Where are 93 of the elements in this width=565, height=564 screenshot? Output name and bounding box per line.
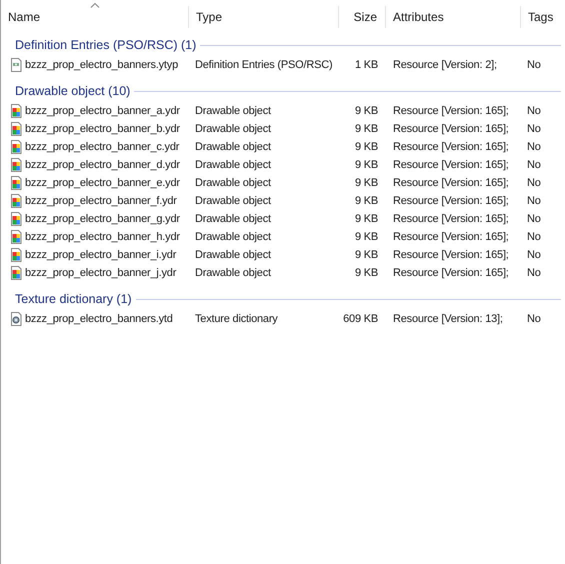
file-tags: No [527, 176, 541, 189]
file-type: Drawable object [195, 158, 271, 171]
file-type: Texture dictionary [195, 312, 278, 325]
file-name: bzzz_prop_electro_banner_d.ydr [25, 158, 180, 173]
file-tags: No [527, 58, 541, 71]
file-type: Drawable object [195, 194, 271, 207]
file-tags: No [527, 194, 541, 207]
file-attributes: Resource [Version: 165]; [393, 104, 509, 117]
color-cube-icon [9, 266, 23, 280]
file-row[interactable]: bzzz_prop_electro_banner_h.ydr Drawable object 9 KB Resource [Version: 165]; No [1, 228, 565, 246]
file-size: 9 KB [354, 248, 378, 263]
file-size: 9 KB [354, 140, 378, 155]
file-size: 9 KB [354, 212, 378, 227]
file-attributes: Resource [Version: 165]; [393, 176, 509, 189]
file-row[interactable]: bzzz_prop_electro_banner_b.ydr Drawable object 9 KB Resource [Version: 165]; No [1, 120, 565, 138]
file-tags: No [527, 104, 541, 117]
color-cube-icon [9, 176, 23, 190]
file-type: Drawable object [195, 248, 271, 261]
file-tags: No [527, 212, 541, 225]
color-cube-icon [9, 104, 23, 118]
file-attributes: Resource [Version: 2]; [393, 58, 497, 71]
sort-caret-icon [90, 3, 99, 8]
file-name: bzzz_prop_electro_banner_g.ydr [25, 212, 180, 227]
file-name: bzzz_prop_electro_banner_f.ydr [25, 194, 177, 209]
file-name: bzzz_prop_electro_banner_i.ydr [25, 248, 176, 263]
column-header[interactable]: Type [189, 6, 339, 28]
color-cube-icon [9, 158, 23, 172]
document-gear-icon [9, 312, 23, 326]
file-size: 9 KB [354, 158, 378, 173]
color-cube-icon [9, 230, 23, 244]
file-tags: No [527, 230, 541, 243]
color-cube-icon [9, 248, 23, 262]
file-type: Drawable object [195, 176, 271, 189]
file-tags: No [527, 248, 541, 261]
column-header[interactable]: Attributes [386, 6, 521, 28]
group-header[interactable]: Texture dictionary (1) [15, 290, 132, 308]
file-name: bzzz_prop_electro_banner_c.ydr [25, 140, 180, 155]
group-header[interactable]: Drawable object (10) [15, 82, 130, 100]
file-attributes: Resource [Version: 165]; [393, 248, 509, 261]
file-type: Drawable object [195, 140, 271, 153]
file-tags: No [527, 312, 541, 325]
file-row[interactable]: bzzz_prop_electro_banner_f.ydr Drawable object 9 KB Resource [Version: 165]; No [1, 192, 565, 210]
file-row[interactable]: bzzz_prop_electro_banner_e.ydr Drawable object 9 KB Resource [Version: 165]; No [1, 174, 565, 192]
file-row[interactable]: bzzz_prop_electro_banner_d.ydr Drawable object 9 KB Resource [Version: 165]; No [1, 156, 565, 174]
file-attributes: Resource [Version: 165]; [393, 212, 509, 225]
file-attributes: Resource [Version: 165]; [393, 194, 509, 207]
file-size: 9 KB [354, 194, 378, 209]
file-attributes: Resource [Version: 165]; [393, 122, 509, 135]
file-row[interactable]: bzzz_prop_electro_banner_j.ydr Drawable object 9 KB Resource [Version: 165]; No [1, 264, 565, 282]
file-type: Drawable object [195, 266, 271, 279]
column-header[interactable]: Name [1, 6, 189, 28]
file-row[interactable]: bzzz_prop_electro_banner_a.ydr Drawable object 9 KB Resource [Version: 165]; No [1, 102, 565, 120]
file-size: 9 KB [354, 230, 378, 245]
file-attributes: Resource [Version: 13]; [393, 312, 503, 325]
file-size: 9 KB [354, 266, 378, 281]
color-cube-icon [9, 194, 23, 208]
file-tags: No [527, 158, 541, 171]
file-row[interactable]: bzzz_prop_electro_banner_i.ydr Drawable object 9 KB Resource [Version: 165]; No [1, 246, 565, 264]
file-attributes: Resource [Version: 165]; [393, 230, 509, 243]
file-row[interactable]: bzzz_prop_electro_banner_c.ydr Drawable object 9 KB Resource [Version: 165]; No [1, 138, 565, 156]
file-tags: No [527, 266, 541, 279]
file-size: 609 KB [343, 312, 378, 327]
file-row[interactable]: bzzz_prop_electro_banner_g.ydr Drawable object 9 KB Resource [Version: 165]; No [1, 210, 565, 228]
file-size: 9 KB [354, 122, 378, 137]
file-name: bzzz_prop_electro_banners.ytyp [25, 58, 178, 73]
color-cube-icon [9, 122, 23, 136]
file-name: bzzz_prop_electro_banner_b.ydr [25, 122, 180, 137]
color-cube-icon [9, 212, 23, 226]
file-type: Drawable object [195, 104, 271, 117]
file-name: bzzz_prop_electro_banners.ytd [25, 312, 173, 327]
file-name: bzzz_prop_electro_banner_h.ydr [25, 230, 180, 245]
file-attributes: Resource [Version: 165]; [393, 140, 509, 153]
file-row[interactable]: bzzz_prop_electro_banners.ytyp Definition Entries (PSO/RSC) 1 KB Resource [Version: 2]; No [1, 56, 565, 74]
group-header[interactable]: Definition Entries (PSO/RSC) (1) [15, 36, 196, 54]
file-type: Drawable object [195, 122, 271, 135]
file-row[interactable]: bzzz_prop_electro_banners.ytd Texture dictionary 609 KB Resource [Version: 13]; No [1, 310, 565, 328]
color-cube-icon [9, 140, 23, 154]
file-size: 9 KB [354, 176, 378, 191]
column-header[interactable]: Tags [521, 6, 565, 28]
file-attributes: Resource [Version: 165]; [393, 158, 509, 171]
file-size: 1 KB [354, 58, 378, 73]
document-icon [9, 58, 23, 72]
file-name: bzzz_prop_electro_banner_a.ydr [25, 104, 180, 119]
file-tags: No [527, 140, 541, 153]
column-header[interactable]: Size [339, 6, 386, 28]
file-tags: No [527, 122, 541, 135]
file-type: Drawable object [195, 212, 271, 225]
file-attributes: Resource [Version: 165]; [393, 266, 509, 279]
file-name: bzzz_prop_electro_banner_j.ydr [25, 266, 176, 281]
file-type: Drawable object [195, 230, 271, 243]
file-type: Definition Entries (PSO/RSC) [195, 58, 332, 71]
file-name: bzzz_prop_electro_banner_e.ydr [25, 176, 180, 191]
file-size: 9 KB [354, 104, 378, 119]
